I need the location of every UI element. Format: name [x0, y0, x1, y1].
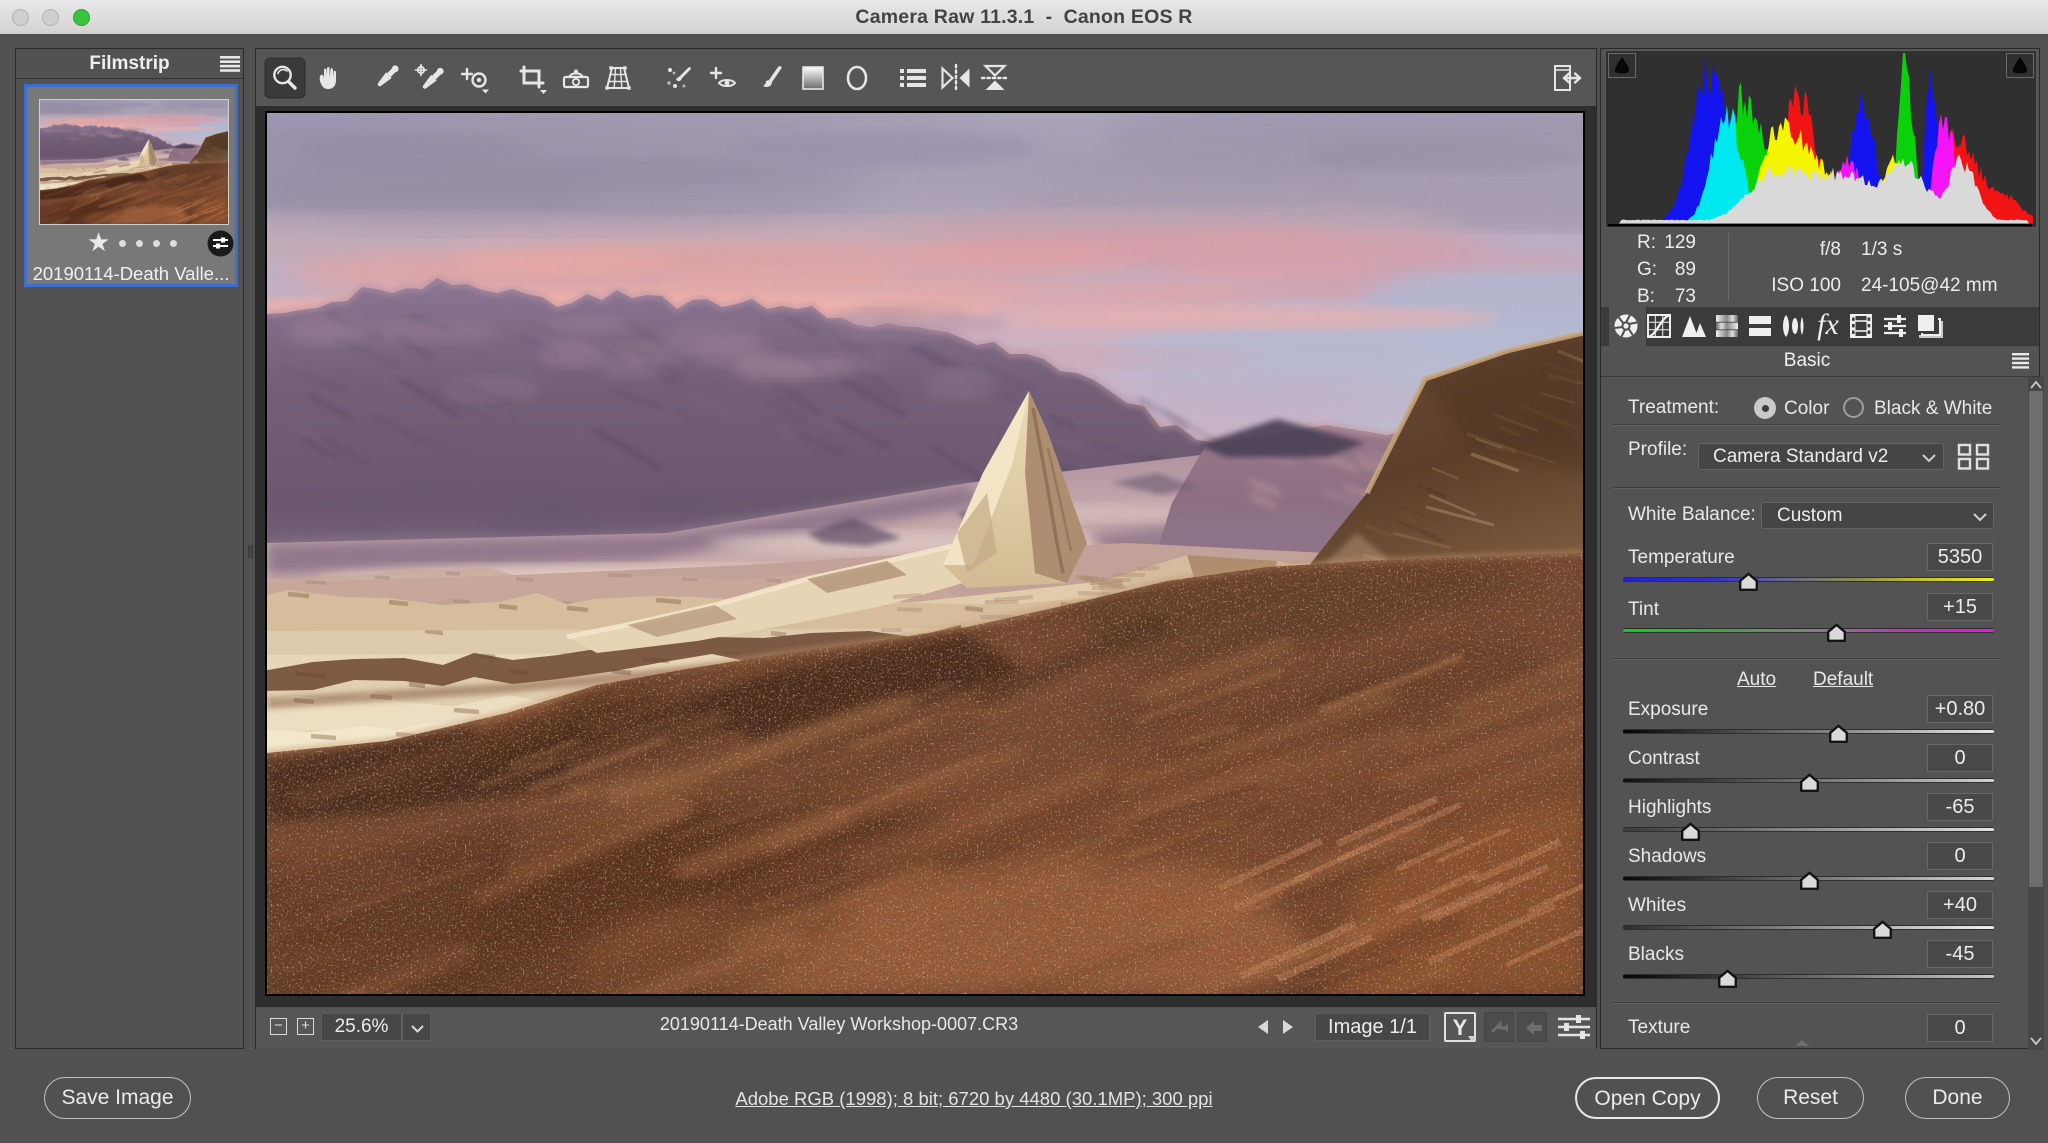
svg-text:fx: fx: [1817, 308, 1839, 341]
